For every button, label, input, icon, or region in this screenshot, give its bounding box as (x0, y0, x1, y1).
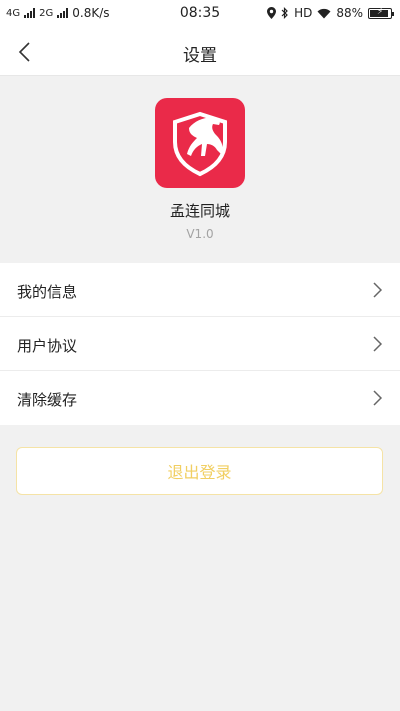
menu-item-label: 用户协议 (17, 337, 78, 355)
menu-item-clear-cache[interactable]: 清除缓存 (0, 371, 400, 425)
wifi-icon (317, 8, 331, 18)
location-icon (267, 7, 277, 19)
chevron-right-icon (373, 282, 383, 298)
bluetooth-icon (281, 7, 288, 19)
status-right: HD 88% ⚡ (267, 6, 394, 20)
nav-bar: 设置 (0, 28, 400, 76)
app-header: 孟连同城 V1.0 (0, 76, 400, 262)
battery-icon: ⚡ (368, 6, 394, 19)
settings-list: 我的信息 用户协议 清除缓存 (0, 263, 400, 425)
page-title: 设置 (183, 46, 217, 66)
menu-item-my-info[interactable]: 我的信息 (0, 263, 400, 317)
logout-button[interactable]: 退出登录 (16, 447, 383, 495)
app-version: V1.0 (186, 227, 214, 241)
menu-item-user-agreement[interactable]: 用户协议 (0, 317, 400, 371)
chevron-right-icon (373, 390, 383, 406)
charging-icon: ⚡ (377, 6, 384, 17)
status-bar: 4G 2G 0.8K/s 08:35 HD 88% ⚡ (0, 0, 400, 28)
app-logo-icon (155, 98, 245, 188)
menu-item-label: 清除缓存 (17, 391, 78, 409)
menu-item-label: 我的信息 (17, 283, 78, 301)
hd-label: HD (294, 6, 313, 20)
battery-percent: 88% (336, 6, 363, 20)
app-name: 孟连同城 (169, 202, 230, 220)
chevron-right-icon (373, 336, 383, 352)
